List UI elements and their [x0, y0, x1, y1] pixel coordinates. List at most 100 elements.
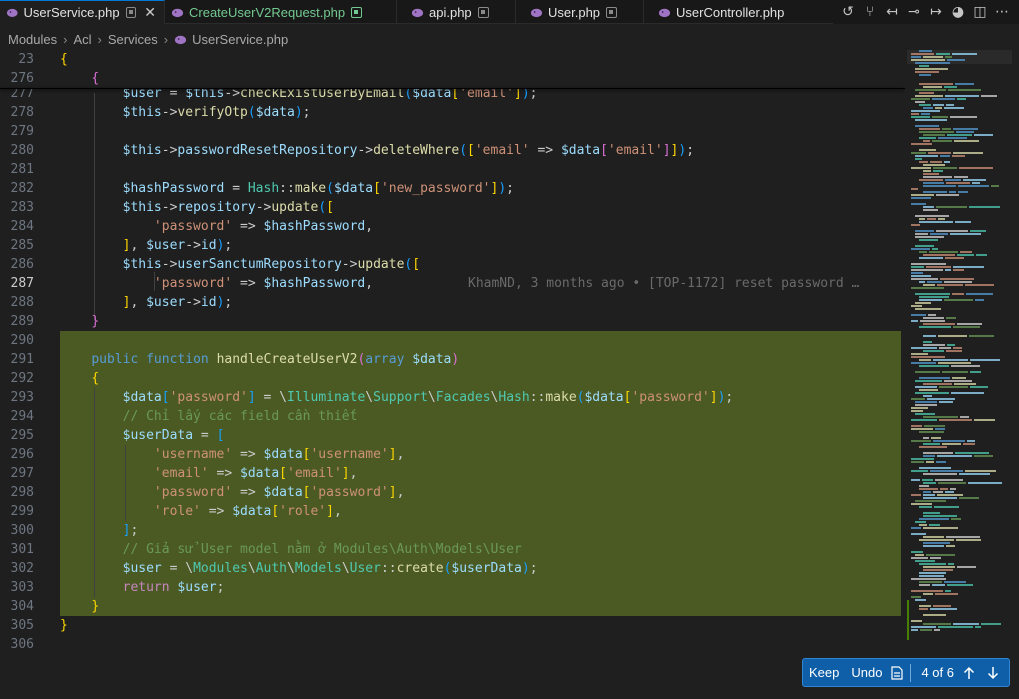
copilot-icon[interactable]: ◕	[947, 1, 969, 23]
breadcrumb-item[interactable]: Acl	[73, 32, 91, 47]
minimap-code-line	[939, 419, 972, 421]
line-number: 280	[10, 143, 34, 158]
code-line: 299 'role' => $data['role'],	[0, 502, 905, 521]
minimap-code-line	[919, 104, 931, 106]
minimap-code-line	[919, 74, 931, 76]
minimap-code-line	[938, 335, 967, 337]
tab-api[interactable]: api.php	[397, 0, 516, 24]
minimap-code-line	[970, 359, 1000, 361]
minimap-code-line	[926, 266, 951, 268]
arrow-down-icon[interactable]	[984, 664, 1002, 682]
minimap-code-line	[952, 53, 977, 55]
commit-icon[interactable]: ⊸	[903, 1, 925, 23]
undo-button[interactable]: Undo	[845, 659, 888, 686]
code-line: 278 $this->verifyOtp($data);	[0, 103, 905, 122]
minimap-code-line	[960, 416, 969, 418]
source-control-icon[interactable]: ⑂	[859, 1, 881, 23]
minimap-code-line	[967, 440, 975, 442]
tab-userservice[interactable]: UserService.php ✕	[0, 0, 165, 24]
minimap-code-line	[911, 407, 928, 409]
minimap-code-line	[923, 473, 957, 475]
minimap-code-line	[933, 605, 951, 607]
minimap-code-line	[923, 86, 942, 88]
chevron-right-icon: ›	[97, 31, 102, 47]
code-editor[interactable]: 23{ 276 { 277 $user = $this->checkExistU…	[0, 50, 905, 699]
history-icon[interactable]: ↺	[837, 1, 859, 23]
minimap-code-line	[915, 125, 939, 127]
php-elephant-icon	[658, 8, 671, 17]
code-line: 298 'password' => $data['password'],	[0, 483, 905, 502]
minimap-code-line	[955, 221, 971, 223]
keep-button[interactable]: Keep	[803, 659, 845, 686]
minimap-code-line	[930, 557, 941, 559]
minimap-code-line	[915, 119, 947, 121]
minimap-code-line	[938, 137, 967, 139]
minimap-code-line	[911, 410, 923, 412]
minimap[interactable]	[907, 50, 1012, 699]
minimap-code-line	[923, 284, 935, 286]
minimap-code-line	[911, 98, 930, 100]
minimap-code-line	[911, 116, 930, 118]
tab-createuserv2request[interactable]: CreateUserV2Request.php	[165, 0, 397, 24]
minimap-code-line	[920, 320, 945, 322]
breadcrumb-item[interactable]: UserService.php	[192, 32, 288, 47]
preview-icon[interactable]	[477, 6, 489, 18]
minimap-code-line	[953, 269, 964, 271]
code-line: 276 {	[0, 69, 905, 88]
minimap-code-line	[950, 233, 981, 235]
split-editor-icon[interactable]: ◫	[969, 1, 991, 23]
tab-user[interactable]: User.php	[516, 0, 644, 24]
preview-icon[interactable]	[351, 6, 363, 18]
go-back-icon[interactable]: ↤	[881, 1, 903, 23]
minimap-code-line	[915, 404, 937, 406]
go-forward-icon[interactable]: ↦	[925, 1, 947, 23]
minimap-code-line	[919, 218, 925, 220]
code-comment: // Giả sử User model nằm ở Modules\Auth\…	[60, 542, 522, 557]
code-line: 291 public function handleCreateUserV2(a…	[0, 350, 905, 369]
preview-icon[interactable]	[125, 7, 137, 18]
minimap-code-line	[911, 188, 918, 190]
minimap-code-line	[919, 377, 950, 379]
minimap-code-line	[975, 626, 981, 628]
minimap-code-line	[946, 317, 956, 319]
minimap-code-line	[911, 428, 933, 430]
minimap-code-line	[915, 392, 949, 394]
arrow-up-icon[interactable]	[960, 664, 978, 682]
minimap-code-line	[923, 185, 956, 187]
line-number: 282	[10, 181, 34, 196]
minimap-code-line	[919, 149, 936, 151]
code-line: 284 'password' => $hashPassword,	[0, 217, 905, 236]
minimap-code-line	[919, 485, 929, 487]
minimap-code-line	[953, 326, 980, 328]
editor-actions: ↺ ⑂ ↤ ⊸ ↦ ◕ ◫ ⋯	[833, 0, 1019, 24]
minimap-code-line	[945, 95, 979, 97]
minimap-code-line	[975, 299, 984, 301]
minimap-code-line	[923, 455, 935, 457]
minimap-code-line	[911, 287, 944, 289]
preview-icon[interactable]	[606, 6, 618, 18]
minimap-code-line	[915, 386, 937, 388]
code-line: 306	[0, 635, 905, 654]
minimap-code-line	[919, 257, 943, 259]
minimap-code-line	[923, 344, 945, 346]
file-diff-icon[interactable]	[888, 664, 906, 682]
minimap-code-line	[951, 365, 980, 367]
minimap-code-line	[944, 380, 972, 382]
minimap-code-line	[947, 134, 972, 136]
line-number: 288	[10, 295, 34, 310]
minimap-code-line	[957, 254, 974, 256]
minimap-code-line	[911, 224, 920, 226]
more-actions-icon[interactable]: ⋯	[991, 1, 1013, 23]
line-number: 299	[10, 504, 34, 519]
minimap-code-line	[926, 554, 955, 556]
breadcrumb-item[interactable]: Modules	[8, 32, 57, 47]
breadcrumb-item[interactable]: Services	[108, 32, 158, 47]
minimap-code-line	[915, 62, 950, 64]
close-icon[interactable]: ✕	[144, 5, 156, 21]
minimap-code-line	[937, 284, 963, 286]
code-text: $user = \Modules\Auth\Models\User::creat…	[122, 561, 538, 576]
minimap-code-line	[911, 362, 936, 364]
tab-usercontroller[interactable]: UserController.php	[644, 0, 814, 24]
code-line: 283 $this->repository->update([	[0, 198, 905, 217]
minimap-code-line	[911, 557, 928, 559]
